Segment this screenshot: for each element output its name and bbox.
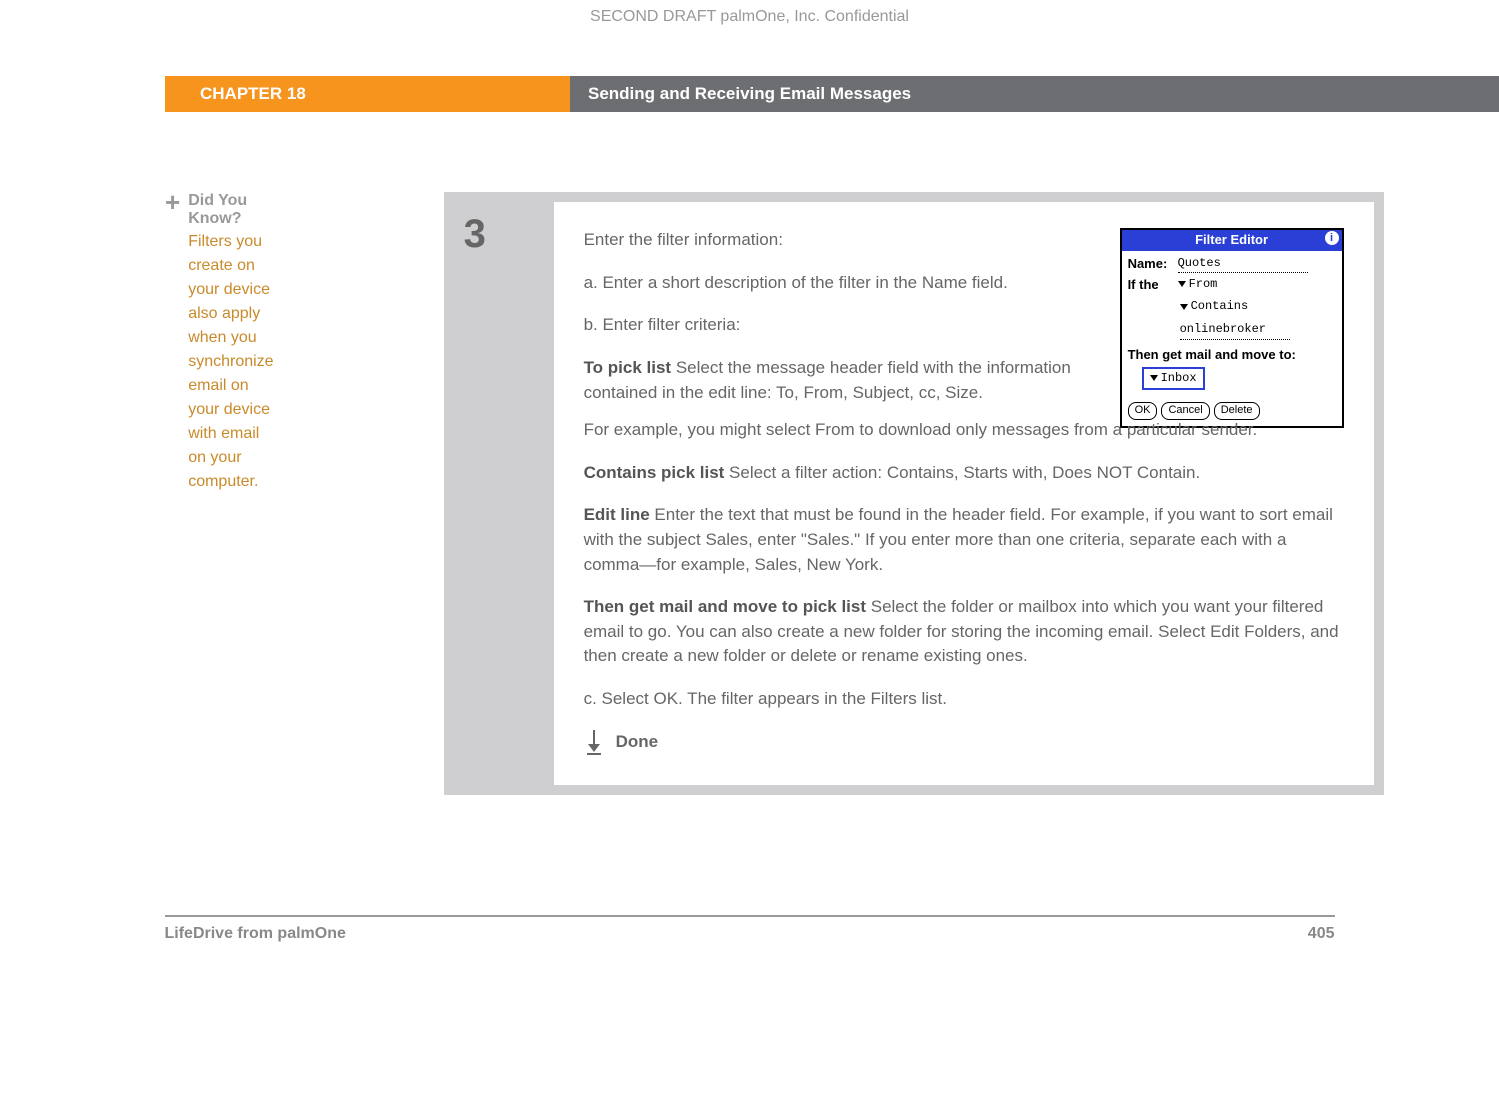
fe-from-pick: From [1178, 276, 1218, 293]
step-b: b. Enter filter criteria: [584, 313, 1100, 338]
confidential-header: SECOND DRAFT palmOne, Inc. Confidential [0, 0, 1499, 76]
to-pick-cont: For example, you might select From to do… [584, 418, 1344, 443]
then-para: Then get mail and move to pick list Sele… [584, 595, 1344, 669]
filter-editor-screenshot: Filter Editor i Name: Quotes If the [1120, 228, 1344, 428]
footer-page-number: 405 [1308, 925, 1335, 943]
edit-text: Enter the text that must be found in the… [584, 505, 1333, 573]
fe-contains-pick: Contains [1180, 298, 1249, 315]
fe-inbox: Inbox [1161, 370, 1197, 387]
fe-if-label: If the [1128, 276, 1178, 295]
fe-name-label: Name: [1128, 255, 1178, 274]
to-pick-para: To pick list Select the message header f… [584, 356, 1100, 405]
chapter-title: Sending and Receiving Email Messages [570, 76, 1499, 112]
dyk-title: Did You Know? [188, 192, 273, 228]
contains-label: Contains pick list [584, 463, 725, 482]
fe-name-value: Quotes [1178, 255, 1308, 273]
done-row: Done [584, 730, 1344, 755]
to-pick-label: To pick list [584, 358, 672, 377]
done-label: Done [616, 730, 659, 755]
contains-para: Contains pick list Select a filter actio… [584, 461, 1344, 486]
fe-then-label: Then get mail and move to: [1128, 346, 1336, 365]
plus-icon: + [165, 192, 180, 212]
fe-inbox-pick: Inbox [1142, 367, 1205, 390]
step-c: c. Select OK. The filter appears in the … [584, 687, 1344, 712]
header-spacer [0, 76, 165, 112]
then-label: Then get mail and move to pick list [584, 597, 866, 616]
fe-from: From [1189, 276, 1218, 293]
step-number: 3 [454, 202, 554, 785]
down-arrow-icon [584, 730, 604, 755]
step-panel: 3 Enter the filter information: a. Enter… [444, 192, 1384, 795]
fe-title-bar: Filter Editor i [1122, 230, 1342, 251]
info-icon: i [1325, 231, 1339, 245]
step-content: Enter the filter information: a. Enter a… [554, 202, 1374, 785]
fe-title-text: Filter Editor [1195, 232, 1268, 247]
dropdown-icon [1150, 375, 1158, 381]
step-a: a. Enter a short description of the filt… [584, 271, 1100, 296]
fe-value: onlinebroker [1180, 321, 1290, 339]
dyk-text: Filters you create on your device also a… [188, 230, 273, 494]
dropdown-icon [1180, 304, 1188, 310]
page-footer: LifeDrive from palmOne 405 [165, 915, 1335, 943]
did-you-know: + Did You Know? Filters you create on yo… [165, 192, 274, 494]
step-intro: Enter the filter information: [584, 228, 1100, 253]
sidebar: + Did You Know? Filters you create on yo… [0, 192, 274, 795]
contains-text: Select a filter action: Contains, Starts… [724, 463, 1200, 482]
chapter-header-bar: CHAPTER 18 Sending and Receiving Email M… [0, 76, 1499, 112]
edit-label: Edit line [584, 505, 650, 524]
edit-para: Edit line Enter the text that must be fo… [584, 503, 1344, 577]
chapter-label: CHAPTER 18 [165, 76, 570, 112]
fe-contains: Contains [1191, 298, 1249, 315]
footer-product: LifeDrive from palmOne [165, 925, 346, 943]
dropdown-icon [1178, 281, 1186, 287]
chapter-text: CHAPTER 18 [165, 84, 306, 104]
